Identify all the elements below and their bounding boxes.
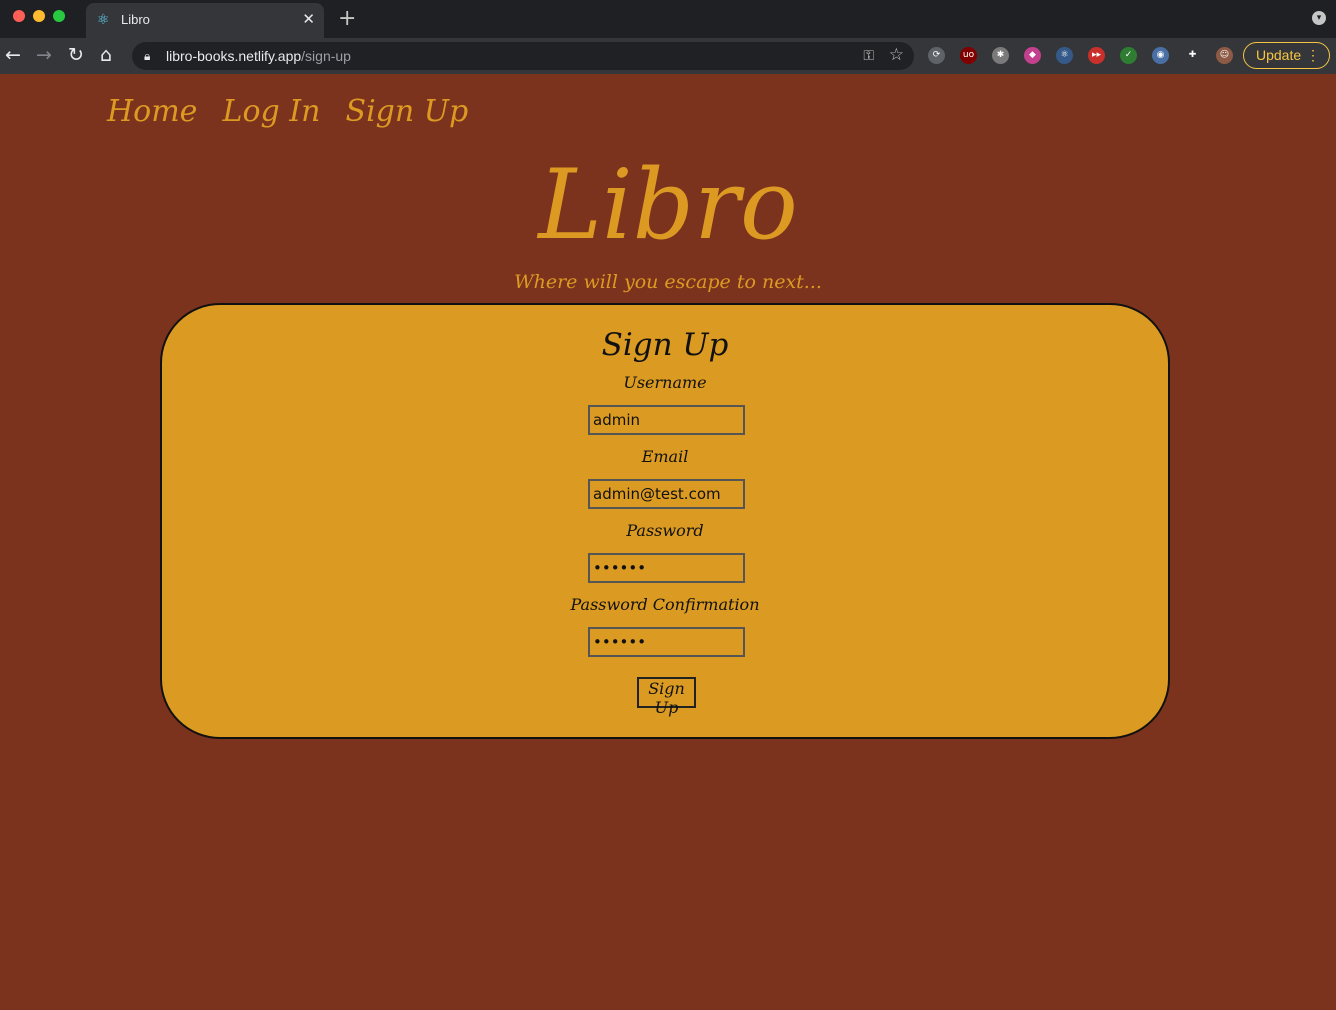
brand-tagline: Where will you escape to next... <box>514 271 822 293</box>
brand-title: Libro <box>538 149 798 261</box>
video-speed-icon[interactable]: ▸▸ <box>1088 47 1105 64</box>
profile-avatar-icon[interactable]: ☺ <box>1216 47 1233 64</box>
extension-icon-1[interactable]: ⟳ <box>928 47 945 64</box>
browser-toolbar: ← → ↻ ⌂ 🔒︎ libro-books.netlify.app/sign-… <box>0 38 1336 74</box>
password-key-icon[interactable]: ⚿ <box>863 47 874 65</box>
minimize-window-button[interactable] <box>33 10 45 22</box>
site-nav: Home Log In Sign Up <box>107 94 488 130</box>
update-label: Update <box>1256 47 1302 63</box>
forward-button[interactable]: → <box>36 44 52 66</box>
back-button[interactable]: ← <box>5 44 21 66</box>
browser-tab-bar: ⚛ Libro ✕ + ▾ <box>0 0 1336 38</box>
nav-signup-link[interactable]: Sign Up <box>346 94 469 129</box>
url-host: libro-books.netlify.app <box>166 48 302 64</box>
close-window-button[interactable] <box>13 10 25 22</box>
browser-tab[interactable]: ⚛ Libro ✕ <box>86 3 324 38</box>
sign-up-button[interactable]: Sign Up <box>637 677 696 717</box>
menu-dots-icon[interactable]: ⋮ <box>1306 43 1320 68</box>
username-input[interactable] <box>588 405 745 435</box>
tab-close-icon[interactable]: ✕ <box>302 10 315 28</box>
bookmark-star-icon[interactable]: ☆ <box>889 46 904 64</box>
ublock-icon[interactable]: uo <box>960 47 977 64</box>
nav-login-link[interactable]: Log In <box>223 94 321 129</box>
home-button[interactable]: ⌂ <box>100 44 112 66</box>
nav-home-link[interactable]: Home <box>107 94 197 129</box>
password-confirmation-input[interactable] <box>588 627 745 657</box>
maximize-window-button[interactable] <box>53 10 65 22</box>
url-text[interactable]: libro-books.netlify.app/sign-up <box>166 48 351 64</box>
address-bar[interactable]: 🔒︎ libro-books.netlify.app/sign-up ⚿ ☆ <box>132 42 914 70</box>
react-favicon-icon: ⚛ <box>97 12 110 28</box>
tab-title: Libro <box>121 12 150 27</box>
update-button[interactable]: Update ⋮ <box>1243 42 1330 69</box>
lock-icon[interactable]: 🔒︎ <box>144 48 150 64</box>
react-devtools-icon[interactable]: ⚛ <box>1056 47 1073 64</box>
extensions-puzzle-icon[interactable]: ✚ <box>1184 47 1201 64</box>
extension-icon-3[interactable]: ◉ <box>1152 47 1169 64</box>
email-input[interactable] <box>588 479 745 509</box>
username-label: Username <box>623 373 707 392</box>
new-tab-button[interactable]: + <box>338 7 356 31</box>
octopus-icon[interactable]: ✱ <box>992 47 1009 64</box>
password-confirmation-label: Password Confirmation <box>570 595 760 614</box>
signup-card: Sign Up Username Email Password Password… <box>160 303 1170 739</box>
reload-button[interactable]: ↻ <box>68 44 84 66</box>
email-label: Email <box>641 447 689 466</box>
tab-search-icon[interactable]: ▾ <box>1312 11 1326 25</box>
url-path: /sign-up <box>301 48 351 64</box>
color-picker-icon[interactable]: ◆ <box>1024 47 1041 64</box>
password-label: Password <box>626 521 704 540</box>
password-input[interactable] <box>588 553 745 583</box>
form-title: Sign Up <box>601 327 729 363</box>
extension-icon-2[interactable]: ✓ <box>1120 47 1137 64</box>
